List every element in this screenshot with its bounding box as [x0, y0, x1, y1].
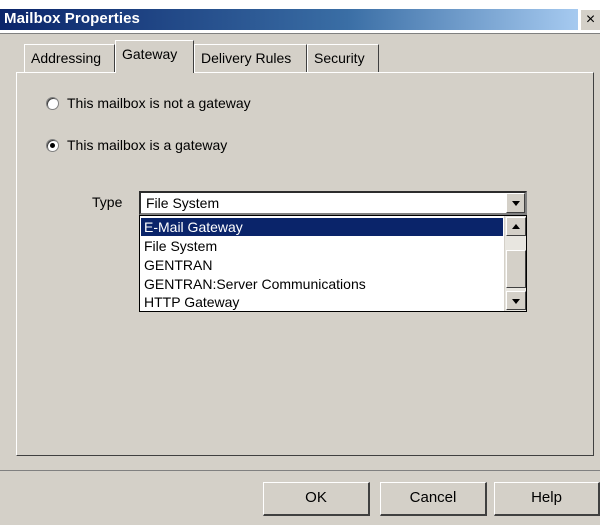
tab-delivery-rules-label: Delivery Rules: [201, 50, 292, 66]
chevron-down-icon: [512, 201, 520, 206]
scroll-down-icon: [512, 299, 520, 304]
help-button[interactable]: Help: [494, 482, 600, 516]
radio-is-gateway[interactable]: This mailbox is a gateway: [46, 137, 227, 153]
type-select-value: File System: [146, 195, 220, 211]
tab-gateway[interactable]: Gateway: [115, 40, 194, 73]
type-select[interactable]: File System: [139, 191, 527, 215]
type-label: Type: [92, 194, 123, 210]
scroll-down-button[interactable]: [506, 291, 526, 310]
list-scrollbar[interactable]: [504, 216, 526, 311]
tab-gateway-label: Gateway: [122, 46, 178, 62]
scroll-up-button[interactable]: [506, 217, 526, 236]
window-title: Mailbox Properties: [4, 10, 141, 27]
radio-not-gateway[interactable]: This mailbox is not a gateway: [46, 95, 251, 111]
tab-addressing-label: Addressing: [31, 50, 102, 66]
tab-security-label: Security: [314, 50, 365, 66]
title-bar: Mailbox Properties ×: [0, 0, 600, 34]
type-option-http-gateway[interactable]: HTTP Gateway: [141, 293, 503, 311]
type-option-email-gateway[interactable]: E-Mail Gateway: [141, 218, 503, 236]
close-button[interactable]: ×: [580, 9, 600, 30]
tab-security[interactable]: Security: [307, 44, 379, 72]
type-dropdown-button[interactable]: [506, 193, 525, 213]
tab-delivery-rules[interactable]: Delivery Rules: [194, 44, 307, 72]
radio-is-gateway-label: This mailbox is a gateway: [67, 137, 228, 153]
scroll-up-icon: [512, 224, 520, 229]
tab-addressing[interactable]: Addressing: [24, 44, 115, 72]
mailbox-properties-dialog: Mailbox Properties × Addressing Gateway …: [0, 0, 600, 525]
type-option-gentran[interactable]: GENTRAN: [141, 256, 503, 274]
type-dropdown-list: E-Mail Gateway File System GENTRAN GENTR…: [139, 215, 527, 312]
radio-not-gateway-circle[interactable]: [46, 96, 59, 110]
type-option-gentran-server[interactable]: GENTRAN:Server Communications: [141, 275, 503, 293]
scroll-thumb[interactable]: [506, 250, 526, 288]
radio-is-gateway-circle[interactable]: [46, 138, 59, 152]
close-icon: ×: [585, 11, 596, 28]
footer-divider: [0, 470, 600, 471]
ok-button[interactable]: OK: [263, 482, 370, 516]
radio-not-gateway-label: This mailbox is not a gateway: [67, 95, 251, 111]
cancel-button[interactable]: Cancel: [380, 482, 487, 516]
type-option-file-system[interactable]: File System: [141, 237, 503, 255]
